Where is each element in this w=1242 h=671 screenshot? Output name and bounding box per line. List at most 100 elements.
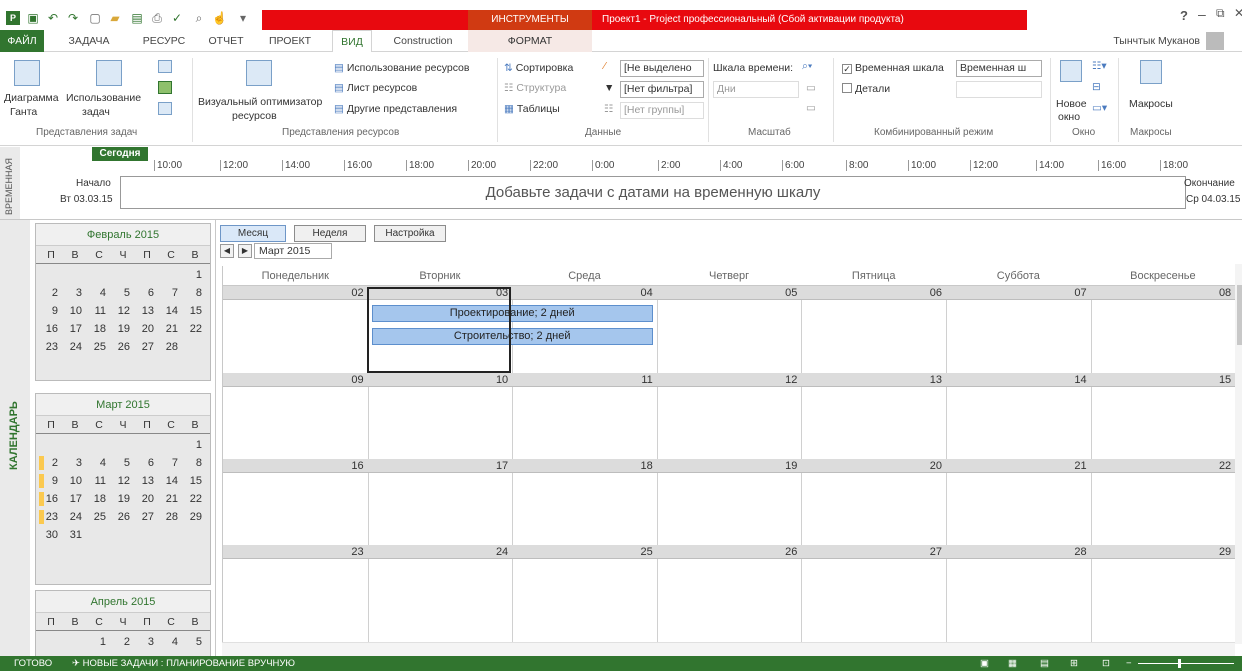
mini-day[interactable]: 6 [138,454,154,472]
tab-week[interactable]: Неделя [294,225,366,242]
gantt-shortcut-icon[interactable]: ▤ [1040,656,1049,671]
hide-icon[interactable]: ▭▾ [1092,102,1107,114]
day-number[interactable]: 10 [368,373,508,387]
mini-day[interactable]: 14 [162,302,178,320]
day-number[interactable]: 26 [657,545,797,559]
mini-day[interactable]: 28 [162,508,178,526]
mini-day[interactable]: 20 [138,490,154,508]
mini-day[interactable]: 3 [66,284,82,302]
highlight-dropdown[interactable]: [Не выделено [620,60,704,77]
minimize-icon[interactable]: – [1198,6,1206,22]
mini-day[interactable]: 24 [66,338,82,356]
mini-day[interactable]: 4 [90,284,106,302]
macros-button[interactable]: Макросы [1129,98,1173,110]
day-number[interactable]: 07 [946,286,1086,300]
other-views-button[interactable]: ▤ Другие представления [334,103,457,115]
mini-calendar-mar[interactable]: Март 2015 ПВСЧПСВ 1 2 3 4 5 6 7 8 9 10 11 12 13 14 15 1… [35,393,211,585]
mini-day[interactable]: 30 [42,526,58,544]
mini-day[interactable]: 10 [66,472,82,490]
mini-day[interactable]: 26 [114,508,130,526]
day-number[interactable]: 11 [512,373,652,387]
details-combo[interactable] [956,81,1042,98]
mini-day[interactable]: 8 [186,284,202,302]
arrange-icon[interactable]: ☷▾ [1092,60,1107,72]
day-number[interactable]: 06 [801,286,942,300]
resource-sheet-button[interactable]: ▤ Лист ресурсов [334,82,417,94]
group-dropdown[interactable]: [Нет группы] [620,102,704,119]
gantt-label-1[interactable]: Диаграмма [4,92,59,104]
mini-day[interactable]: 28 [162,338,178,356]
mini-day[interactable]: 5 [186,633,202,651]
report-shortcut-icon[interactable]: ⊡ [1102,656,1110,671]
new-window-label-1[interactable]: Новое [1056,98,1087,110]
mini-day[interactable]: 10 [66,302,82,320]
day-number[interactable]: 19 [657,459,797,473]
touch-icon[interactable]: ☝ [212,11,227,25]
help-button[interactable]: ? [1180,8,1188,23]
mini-day[interactable]: 13 [138,302,154,320]
day-number[interactable]: 16 [223,459,363,473]
network-diagram-icon[interactable] [158,60,172,73]
task-usage-icon[interactable] [96,60,122,86]
selected-tasks-icon[interactable]: ▭ [806,102,816,114]
save-as-icon[interactable]: ▤ [130,11,144,25]
split-icon[interactable]: ⊟ [1092,81,1101,93]
day-number[interactable]: 20 [801,459,942,473]
month-label[interactable]: Март 2015 [254,243,332,259]
mini-day[interactable]: 27 [138,338,154,356]
view-shortcut-icon[interactable]: ▣ [980,656,989,671]
zoom-out-icon[interactable]: − [1126,656,1132,671]
mini-day[interactable]: 25 [90,338,106,356]
outline-button[interactable]: ☷ Структура [504,82,566,94]
undo-icon[interactable]: ↶ [46,11,60,25]
horizontal-scrollbar[interactable] [222,642,1235,656]
day-number[interactable]: 21 [946,459,1086,473]
mini-day[interactable]: 9 [42,472,58,490]
resource-optimizer-icon[interactable] [246,60,272,86]
mini-day[interactable]: 19 [114,320,130,338]
tab-view[interactable]: ВИД [332,30,372,53]
mini-day[interactable]: 17 [66,320,82,338]
mini-day[interactable]: 8 [186,454,202,472]
new-window-label-2[interactable]: окно [1058,111,1080,123]
timescale-dropdown[interactable]: Дни [713,81,799,98]
mini-day[interactable]: 18 [90,320,106,338]
mini-day[interactable]: 22 [186,320,202,338]
mini-day[interactable]: 15 [186,302,202,320]
day-number[interactable]: 17 [368,459,508,473]
save-icon[interactable]: ▣ [26,11,40,25]
mini-day[interactable]: 7 [162,454,178,472]
timeline-checkbox[interactable]: ✓ Временная шкала [842,62,944,74]
sort-button[interactable]: ⇅ Сортировка [504,62,573,74]
mini-day[interactable]: 29 [186,508,202,526]
day-number[interactable]: 02 [223,286,363,300]
mini-day[interactable]: 22 [186,490,202,508]
calendar-view-icon[interactable] [158,81,172,94]
spelling-icon[interactable]: ✓ [170,11,184,25]
day-number[interactable]: 18 [512,459,653,473]
zoom-icon[interactable]: ⌕▾ [802,60,812,73]
next-month-icon[interactable]: ▶ [238,244,252,258]
tab-format[interactable]: ФОРМАТ [468,30,592,52]
tab-task[interactable]: ЗАДАЧА [63,30,115,52]
macros-icon[interactable] [1140,60,1162,84]
mini-day[interactable]: 9 [42,302,58,320]
tab-file[interactable]: ФАЙЛ [0,30,44,52]
day-number[interactable]: 22 [1091,459,1231,473]
mini-day[interactable]: 2 [42,454,58,472]
mini-day[interactable]: 11 [90,472,106,490]
restore-icon[interactable]: ⧉ [1216,6,1225,21]
mini-day[interactable]: 17 [66,490,82,508]
tab-month[interactable]: Месяц [220,225,286,242]
open-icon[interactable]: ▰ [108,11,122,25]
print-icon[interactable]: ⎙ [150,11,164,25]
zoom-slider-thumb[interactable] [1178,659,1181,668]
tab-custom[interactable]: Настройка [374,225,446,242]
mini-day[interactable]: 13 [138,472,154,490]
team-planner-icon[interactable] [158,102,172,115]
mini-day[interactable]: 6 [138,284,154,302]
mini-day[interactable]: 21 [162,490,178,508]
mini-day[interactable]: 15 [186,472,202,490]
day-number[interactable]: 14 [946,373,1086,387]
day-number[interactable]: 13 [801,373,942,387]
